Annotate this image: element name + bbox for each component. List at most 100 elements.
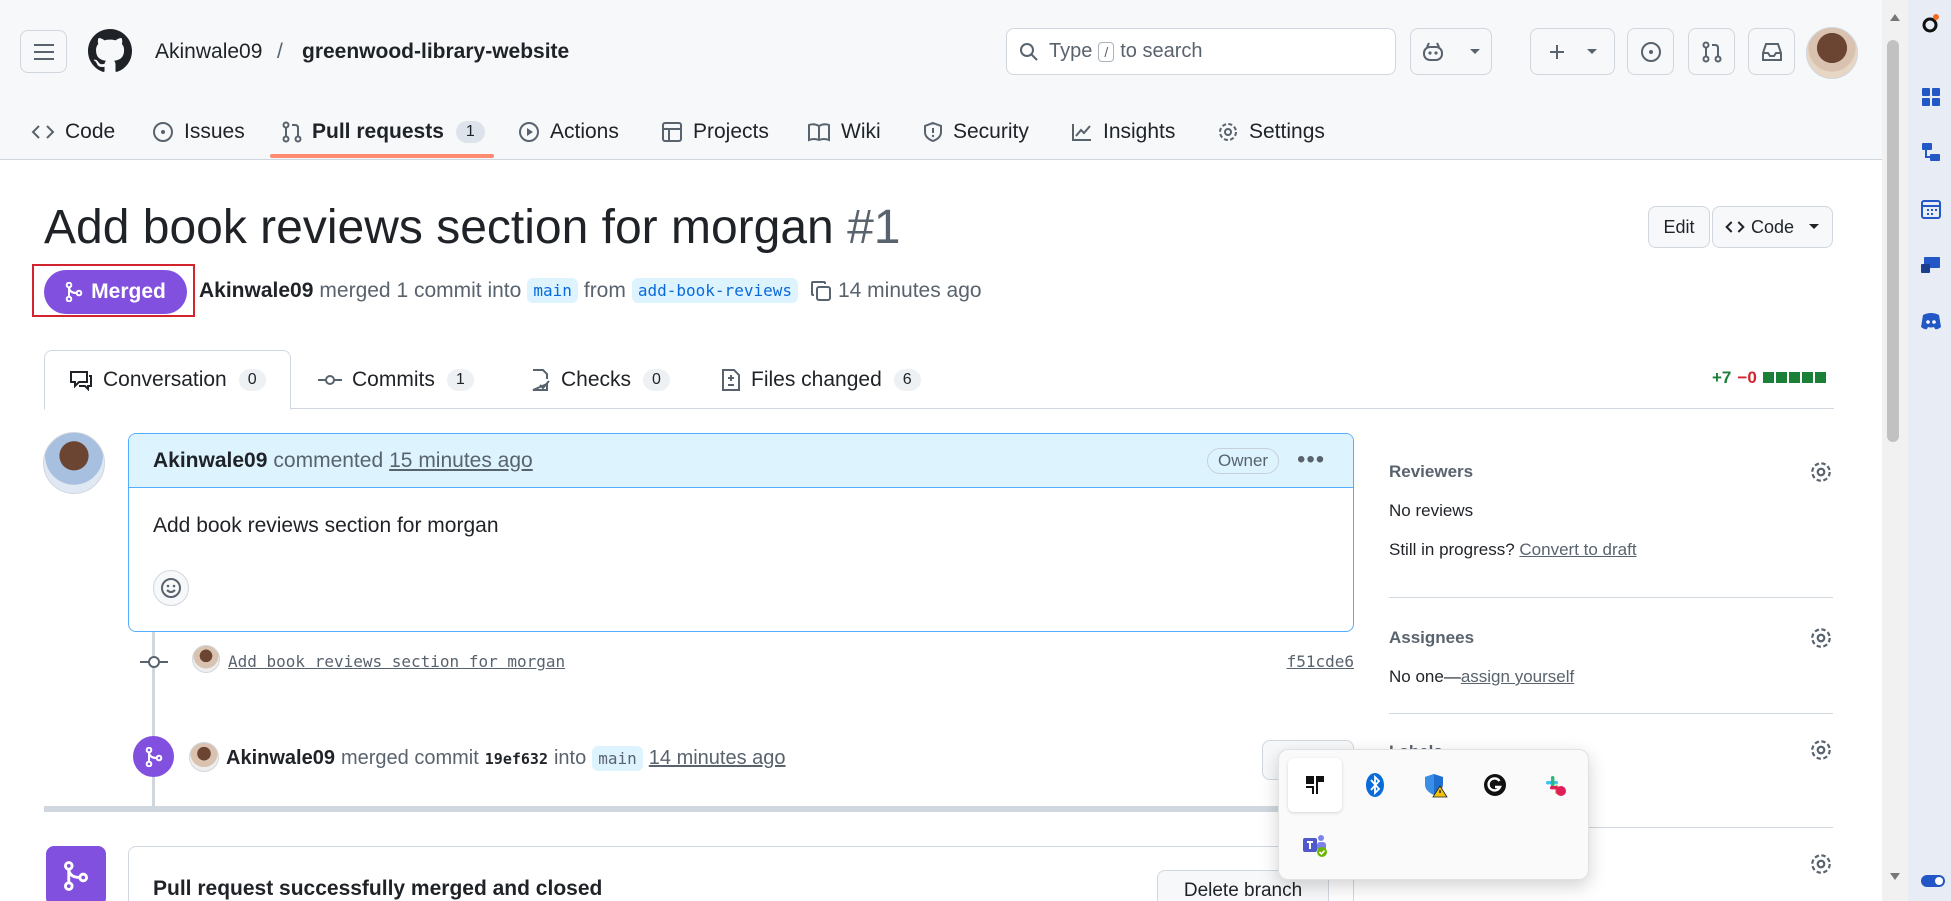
commit-author-avatar[interactable] <box>192 645 220 673</box>
pr-meta: Akinwale09 merged 1 commit into main fro… <box>199 278 982 303</box>
commit-message[interactable]: Add book reviews section for morgan <box>228 652 565 671</box>
gear-icon[interactable] <box>1809 738 1833 762</box>
calendar-icon[interactable] <box>1920 198 1942 220</box>
assignees-heading[interactable]: Assignees <box>1389 628 1474 648</box>
app-logo-icon[interactable] <box>1920 12 1942 34</box>
tab-files-changed[interactable]: Files changed 6 <box>721 350 921 409</box>
gear-icon[interactable] <box>1809 852 1833 876</box>
tab-issues[interactable]: Issues <box>152 104 245 160</box>
tray-grammarly[interactable] <box>1468 758 1522 812</box>
code-button[interactable]: Code <box>1712 206 1833 248</box>
tray-app-black[interactable] <box>1288 758 1342 812</box>
pr-count-badge: 1 <box>455 121 485 143</box>
more-options-icon[interactable]: ••• <box>1297 446 1325 474</box>
pr-action-text: merged 1 commit into <box>319 278 522 302</box>
teams-icon <box>1303 835 1327 857</box>
tray-teams[interactable] <box>1288 818 1342 872</box>
tab-conversation[interactable]: Conversation 0 <box>44 350 291 410</box>
tab-code[interactable]: Code <box>31 104 115 160</box>
tab-label: Projects <box>693 120 769 143</box>
search-input[interactable]: Type / to search <box>1006 28 1396 75</box>
create-new-button[interactable] <box>1530 28 1615 75</box>
scroll-down-icon[interactable] <box>1889 872 1901 882</box>
state-label: Merged <box>91 280 166 303</box>
github-logo-icon[interactable] <box>88 29 132 73</box>
head-branch[interactable]: add-book-reviews <box>631 278 798 303</box>
scrollbar-thumb[interactable] <box>1887 40 1899 442</box>
pr-tabs: Conversation 0 Commits 1 Checks 0 Files … <box>44 350 1834 410</box>
merge-base-branch[interactable]: main <box>592 746 643 771</box>
slack-icon <box>1546 776 1566 796</box>
commit-row: Add book reviews section for morgan f51c… <box>140 645 1354 681</box>
merge-time[interactable]: 14 minutes ago <box>649 747 786 770</box>
reviewers-value: No reviews <box>1389 501 1474 520</box>
checklist-icon <box>532 368 550 391</box>
code-icon <box>31 125 55 139</box>
org-chart-icon[interactable] <box>1920 141 1942 163</box>
copy-icon[interactable] <box>810 280 832 302</box>
tray-slack[interactable] <box>1528 758 1582 812</box>
tab-checks[interactable]: Checks 0 <box>529 350 670 409</box>
discord-icon[interactable] <box>1920 310 1942 332</box>
apps-grid-icon[interactable] <box>1920 86 1942 108</box>
merger-name[interactable]: Akinwale09 <box>226 747 335 770</box>
app-grid-icon <box>1306 776 1324 794</box>
tab-commits[interactable]: Commits 1 <box>318 350 474 409</box>
convert-to-draft-link[interactable]: Convert to draft <box>1519 540 1636 559</box>
menu-button[interactable] <box>20 30 67 73</box>
merged-status-icon <box>46 846 106 901</box>
comment-author[interactable]: Akinwale09 <box>153 449 267 473</box>
tab-label: Security <box>953 120 1029 143</box>
tray-security[interactable] <box>1408 758 1462 812</box>
pr-meta-time: 14 minutes ago <box>837 278 982 302</box>
into-text: into <box>553 747 587 769</box>
merge-commit-sha[interactable]: 19ef632 <box>485 750 548 768</box>
base-branch[interactable]: main <box>527 278 578 303</box>
comment-author-avatar[interactable] <box>43 432 105 494</box>
tab-settings[interactable]: Settings <box>1217 104 1325 160</box>
file-diff-icon <box>722 368 740 391</box>
merger-avatar[interactable] <box>189 742 219 772</box>
tray-bluetooth[interactable] <box>1348 758 1402 812</box>
comment-body: Add book reviews section for morgan <box>153 514 499 537</box>
comment-time[interactable]: 15 minutes ago <box>389 449 533 473</box>
pull-requests-button[interactable] <box>1688 28 1735 75</box>
tab-label: Wiki <box>841 120 881 143</box>
search-icon <box>1020 42 1038 61</box>
tab-security[interactable]: Security <box>923 104 1029 160</box>
gear-icon[interactable] <box>1809 626 1833 650</box>
tab-insights[interactable]: Insights <box>1071 104 1175 160</box>
add-reaction-button[interactable] <box>153 570 189 606</box>
browser-side-panel <box>1908 0 1951 901</box>
page-title: Add book reviews section for morgan #1 <box>44 200 900 255</box>
smiley-icon <box>161 578 181 598</box>
gear-icon[interactable] <box>1809 460 1833 484</box>
commit-sha[interactable]: f51cde6 <box>1287 652 1354 671</box>
toggle-icon[interactable] <box>1920 870 1946 892</box>
devices-icon[interactable] <box>1920 254 1942 276</box>
tab-label: Checks <box>561 367 632 391</box>
tab-pull-requests[interactable]: Pull requests 1 <box>282 104 485 160</box>
pull-request-icon <box>1702 41 1721 62</box>
chevron-down-icon <box>1470 48 1480 54</box>
breadcrumb-owner[interactable]: Akinwale09 <box>155 40 262 64</box>
issues-button[interactable] <box>1627 28 1674 75</box>
tab-count: 6 <box>893 368 921 391</box>
pr-author-link[interactable]: Akinwale09 <box>199 279 313 303</box>
reviewers-heading[interactable]: Reviewers <box>1389 462 1473 482</box>
book-icon <box>808 123 830 142</box>
comment-header: Akinwale09 commented 15 minutes ago Owne… <box>129 434 1353 488</box>
scroll-up-icon[interactable] <box>1889 12 1901 22</box>
tab-wiki[interactable]: Wiki <box>807 104 881 160</box>
breadcrumb-repo[interactable]: greenwood-library-website <box>302 40 569 64</box>
assign-yourself-link[interactable]: assign yourself <box>1461 667 1574 686</box>
inbox-button[interactable] <box>1748 28 1795 75</box>
tab-count: 0 <box>643 368 670 391</box>
user-avatar[interactable] <box>1806 27 1858 79</box>
tab-projects[interactable]: Projects <box>661 104 769 160</box>
draft-prompt: Still in progress? Convert to draft <box>1389 540 1637 560</box>
tab-actions[interactable]: Actions <box>518 104 619 160</box>
copilot-button[interactable] <box>1410 28 1492 75</box>
edit-button[interactable]: Edit <box>1648 206 1710 248</box>
merge-icon <box>145 746 162 767</box>
